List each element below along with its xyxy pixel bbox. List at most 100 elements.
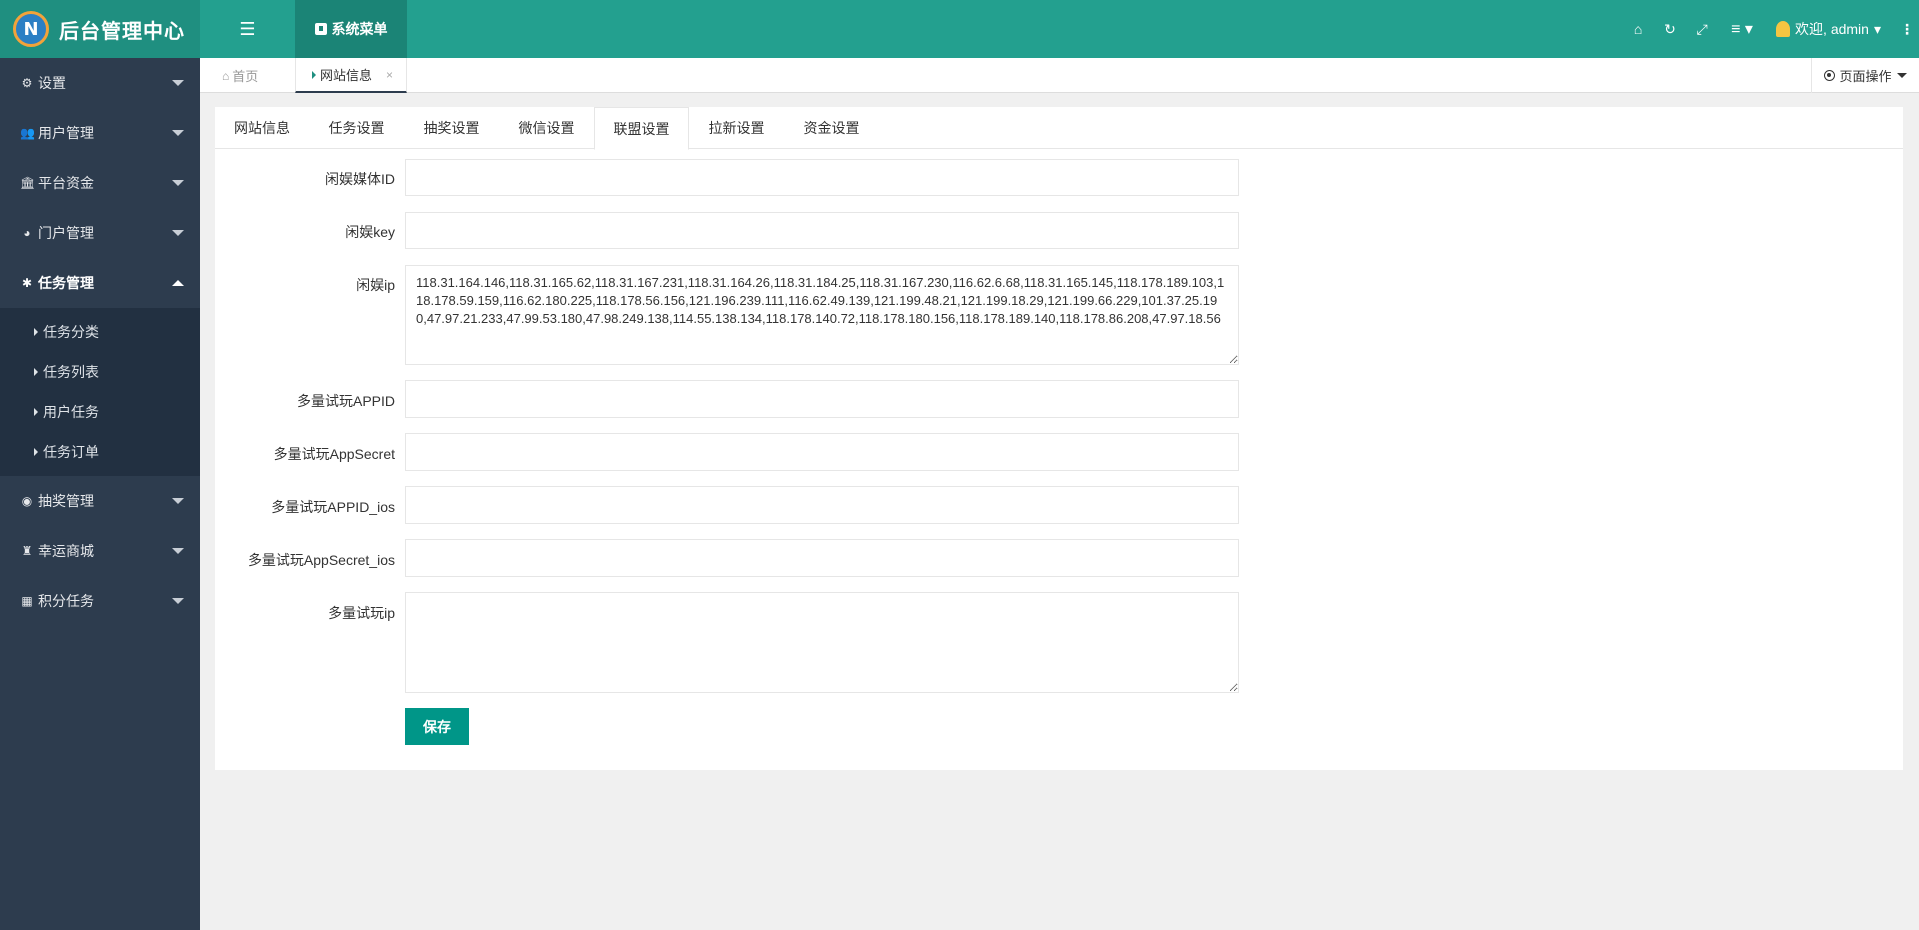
- globe-icon: ◕: [23, 226, 31, 240]
- duoliang-appid-label: 多量试玩APPID: [296, 393, 395, 409]
- duoliang-appsecret-label: 多量试玩AppSecret: [273, 446, 395, 462]
- refresh-icon[interactable]: ↻: [1654, 21, 1686, 38]
- tab-website-info[interactable]: 网站信息 ×: [295, 58, 407, 93]
- user-menu[interactable]: 欢迎, admin ▾: [1776, 19, 1881, 39]
- bank-icon: 🏛: [20, 176, 36, 190]
- settings-tabs: 网站信息 任务设置 抽奖设置 微信设置 联盟设置 拉新设置 资金设置: [215, 107, 1903, 150]
- tab-label: 首页: [232, 69, 259, 84]
- sidebar-item-task-management[interactable]: ✱ 任务管理: [0, 258, 200, 308]
- caret-down-icon: [1896, 73, 1907, 78]
- sidebar-item-user-management[interactable]: 👥 用户管理: [0, 108, 200, 158]
- cogs-icon: ⚙: [21, 76, 33, 90]
- duoliang-ip-textarea[interactable]: [405, 592, 1239, 693]
- caret-down-icon: [172, 598, 184, 604]
- duoliang-appsecret-ios-input[interactable]: [405, 539, 1239, 577]
- sidebar-item-platform-funds[interactable]: 🏛 平台资金: [0, 158, 200, 208]
- users-icon: 👥: [20, 126, 35, 140]
- duoliang-appid-ios-input[interactable]: [405, 486, 1239, 524]
- sidebar-item-label: 设置: [38, 75, 66, 91]
- submenu-item-label: 任务列表: [43, 364, 99, 380]
- task-management-submenu: 任务分类 任务列表 用户任务 任务订单: [0, 308, 200, 476]
- tab-referral-settings[interactable]: 拉新设置: [689, 107, 784, 149]
- sidebar-item-label: 平台资金: [38, 175, 94, 191]
- menu-icon: ≡ ▾: [1731, 21, 1753, 38]
- close-icon[interactable]: ×: [386, 68, 393, 82]
- dot-circle-icon: [1824, 70, 1836, 81]
- sidebar-item-label: 门户管理: [38, 225, 94, 241]
- caret-down-icon: [172, 230, 184, 236]
- xianyu-media-id-input[interactable]: [405, 159, 1239, 196]
- page-operations-dropdown[interactable]: 页面操作: [1811, 58, 1919, 93]
- sidebar-item-lottery-management[interactable]: ◉ 抽奖管理: [0, 476, 200, 526]
- duoliang-appsecret-ios-label: 多量试玩AppSecret_ios: [247, 552, 395, 568]
- grid-icon: ▦: [21, 594, 33, 608]
- tab-task-settings[interactable]: 任务设置: [309, 107, 404, 149]
- caret-down-icon: [172, 548, 184, 554]
- sidebar: ⚙ 设置 👥 用户管理 🏛 平台资金 ◕ 门户管理 ✱ 任务管理 任务分类 任务…: [0, 58, 200, 930]
- bug-icon: ✱: [21, 276, 33, 290]
- sidebar-toggle-button[interactable]: ☰: [200, 0, 295, 58]
- sidebar-item-points-tasks[interactable]: ▦ 积分任务: [0, 576, 200, 626]
- sidebar-item-label: 用户管理: [38, 125, 94, 141]
- chevron-down-icon: ▾: [1873, 20, 1881, 37]
- xianyu-media-id-label: 闲娱媒体ID: [325, 171, 395, 187]
- avatar: [1776, 21, 1791, 37]
- caret-right-icon: [34, 448, 38, 456]
- submenu-item-label: 任务订单: [43, 444, 99, 460]
- app-title: 后台管理中心: [59, 20, 185, 43]
- caret-down-icon: [172, 80, 184, 86]
- caret-right-icon: [34, 328, 38, 336]
- duoliang-appsecret-input[interactable]: [405, 433, 1239, 471]
- duoliang-appid-input[interactable]: [405, 380, 1239, 418]
- logo-mark-icon: N: [13, 11, 49, 47]
- shop-icon: ♜: [21, 544, 33, 558]
- tab-wechat-settings[interactable]: 微信设置: [499, 107, 594, 149]
- vertical-dots-icon[interactable]: ⋮: [1895, 21, 1919, 38]
- system-menu-label: 系统菜单: [331, 21, 388, 37]
- top-header: N 后台管理中心 ☰ 系统菜单 ⌂ ↻ ⤢ ≡ ▾ 欢迎, admin ▾ ⋮: [0, 0, 1919, 58]
- tab-website-info-settings[interactable]: 网站信息: [215, 107, 309, 149]
- sidebar-item-label: 任务管理: [38, 275, 94, 291]
- caret-down-icon: [172, 130, 184, 136]
- system-menu-button[interactable]: 系统菜单: [295, 0, 407, 58]
- logo[interactable]: N 后台管理中心: [0, 0, 200, 58]
- home-icon: ⌂: [222, 68, 230, 83]
- submenu-item-task-categories[interactable]: 任务分类: [0, 312, 200, 352]
- xianyu-key-label: 闲娱key: [345, 224, 395, 240]
- tab-lottery-settings[interactable]: 抽奖设置: [404, 107, 499, 149]
- caret-up-icon: [172, 280, 184, 286]
- header-actions: ⌂ ↻ ⤢ ≡ ▾ 欢迎, admin ▾ ⋮: [1622, 0, 1919, 58]
- welcome-text: 欢迎, admin: [1795, 21, 1869, 37]
- sidebar-item-settings[interactable]: ⚙ 设置: [0, 58, 200, 108]
- save-button[interactable]: 保存: [405, 708, 469, 745]
- list-indent-icon: ☰: [239, 18, 256, 39]
- xianyu-key-input[interactable]: [405, 212, 1239, 249]
- submenu-item-label: 任务分类: [43, 324, 99, 340]
- caret-right-icon: [312, 70, 316, 79]
- sidebar-item-lucky-mall[interactable]: ♜ 幸运商城: [0, 526, 200, 576]
- settings-card: 网站信息 任务设置 抽奖设置 微信设置 联盟设置 拉新设置 资金设置 闲娱媒体I…: [215, 107, 1903, 770]
- sidebar-item-label: 抽奖管理: [38, 493, 94, 509]
- compass-icon: ◉: [21, 494, 33, 508]
- more-menu-button[interactable]: ≡ ▾: [1718, 19, 1766, 39]
- bookmark-icon: [314, 23, 327, 35]
- duoliang-appid-ios-label: 多量试玩APPID_ios: [271, 499, 395, 515]
- home-icon[interactable]: ⌂: [1622, 21, 1654, 37]
- sidebar-item-portal-management[interactable]: ◕ 门户管理: [0, 208, 200, 258]
- sidebar-item-label: 积分任务: [38, 593, 94, 609]
- xianyu-ip-label: 闲娱ip: [356, 277, 395, 293]
- caret-right-icon: [34, 408, 38, 416]
- tab-home[interactable]: ⌂ 首页: [222, 58, 258, 93]
- xianyu-ip-textarea[interactable]: 118.31.164.146,118.31.165.62,118.31.167.…: [405, 265, 1239, 365]
- page-tab-bar: ⌂ 首页 网站信息 × 页面操作: [200, 58, 1919, 93]
- caret-right-icon: [34, 368, 38, 376]
- duoliang-ip-label: 多量试玩ip: [328, 605, 395, 621]
- submenu-item-task-list[interactable]: 任务列表: [0, 352, 200, 392]
- submenu-item-user-tasks[interactable]: 用户任务: [0, 392, 200, 432]
- sidebar-item-label: 幸运商城: [38, 543, 94, 559]
- tab-label: 网站信息: [320, 68, 373, 83]
- tab-alliance-settings[interactable]: 联盟设置: [594, 107, 689, 150]
- tab-funds-settings[interactable]: 资金设置: [784, 107, 879, 149]
- submenu-item-task-orders[interactable]: 任务订单: [0, 432, 200, 472]
- fullscreen-icon[interactable]: ⤢: [1686, 21, 1718, 38]
